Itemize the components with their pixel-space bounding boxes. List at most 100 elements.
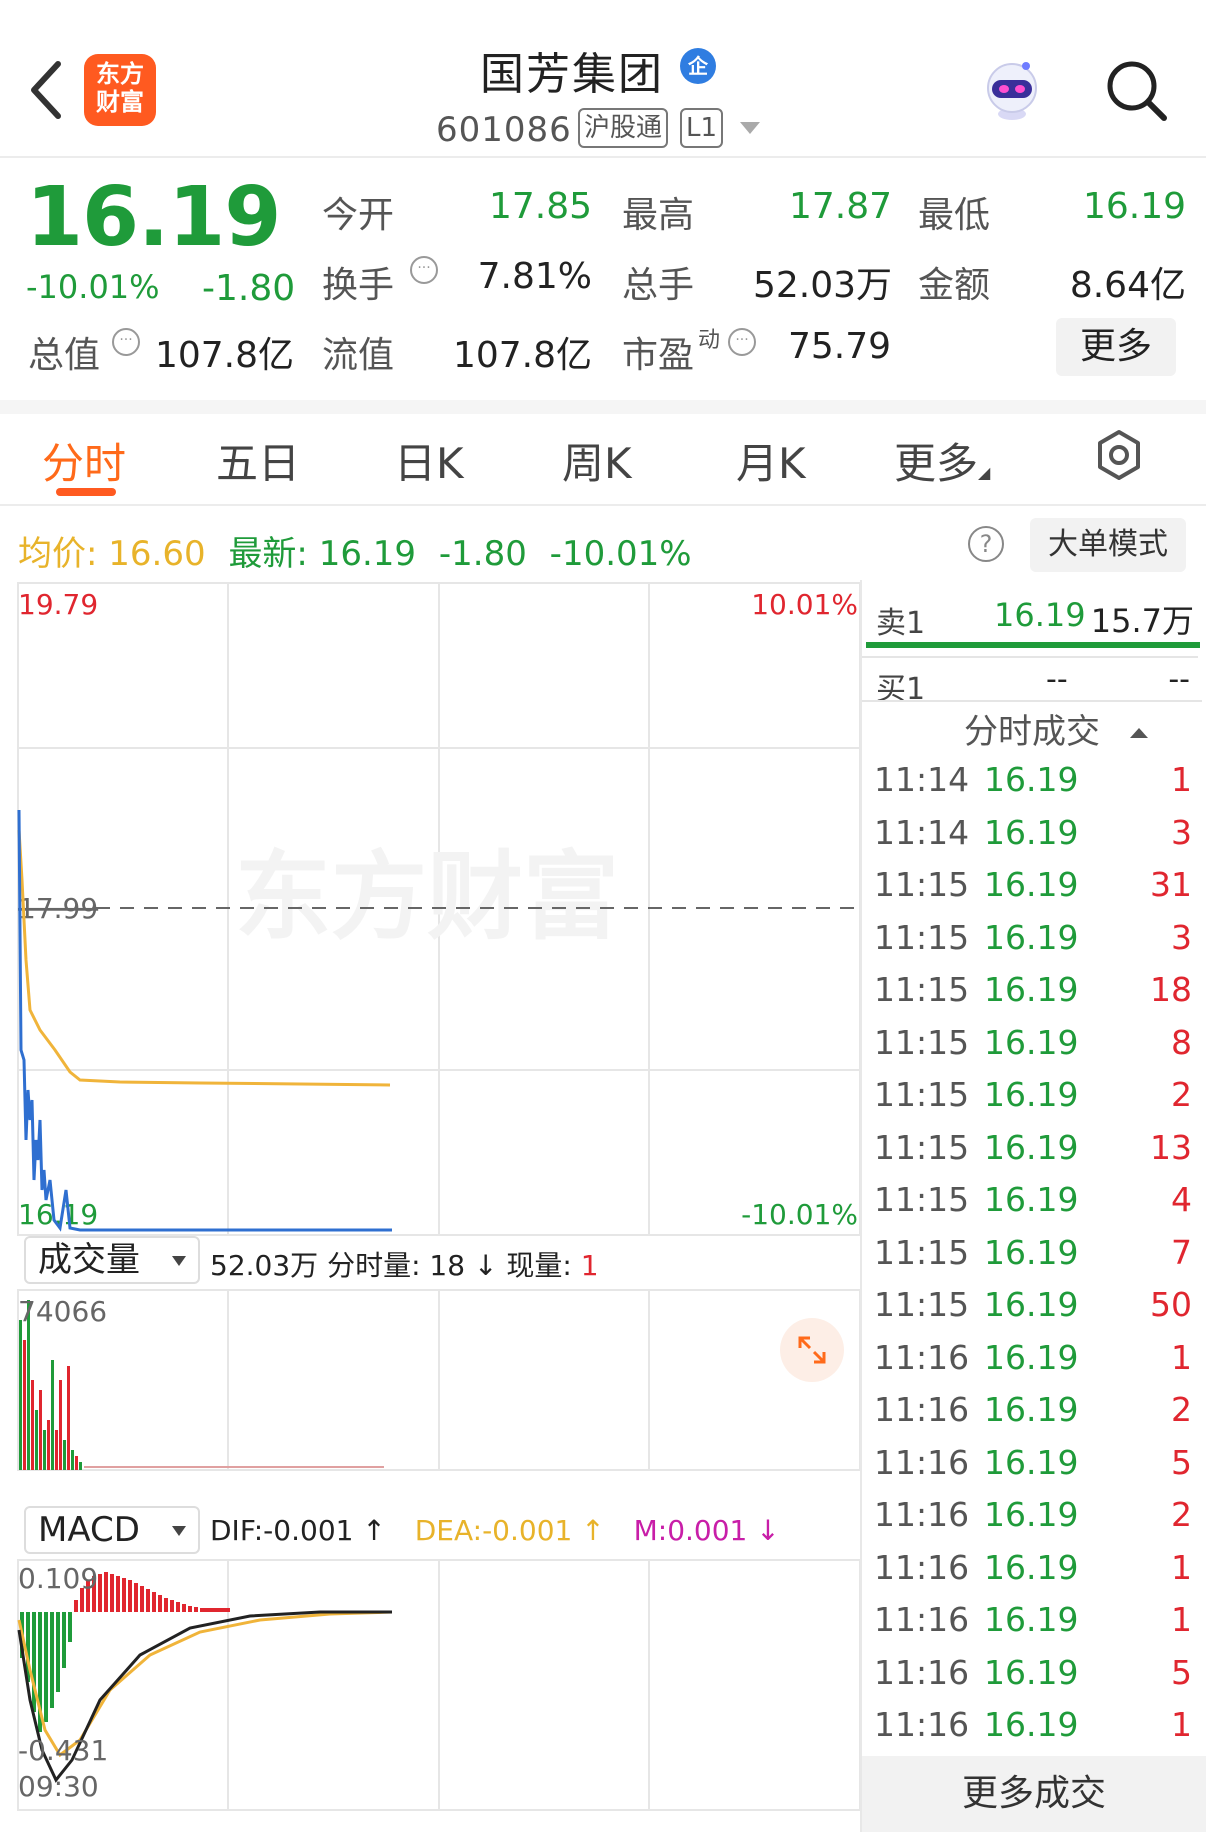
trade-time: 11:15 xyxy=(874,1285,970,1324)
trades-header[interactable]: 分时成交 xyxy=(862,700,1202,760)
ask-price: 16.19 xyxy=(994,596,1086,634)
trade-time: 11:16 xyxy=(874,1600,970,1639)
info-icon[interactable]: ··· xyxy=(410,256,438,284)
trade-price: 16.19 xyxy=(984,1337,1079,1377)
trade-time: 11:15 xyxy=(874,1127,970,1167)
trade-vol: 1 xyxy=(1171,1337,1192,1377)
intraday-chart[interactable]: 东方财富 17.99 19.79 10.01% 16.19 -10.01% 74… xyxy=(0,580,862,1832)
volume-period: 18 xyxy=(429,1249,466,1282)
macd-min-label: -0.431 xyxy=(18,1734,108,1767)
trade-vol: 4 xyxy=(1171,1180,1192,1219)
trade-time: 11:16 xyxy=(874,1705,970,1744)
amount-value: 8.64亿 xyxy=(1069,265,1186,306)
back-button[interactable] xyxy=(22,50,72,130)
time-start-label: 09:30 xyxy=(18,1770,99,1803)
header-bar: 东方 财富 国芳集团 企 601086 沪股通 L1 xyxy=(0,0,1206,158)
app-logo[interactable]: 东方 财富 xyxy=(84,54,156,126)
trade-time: 11:16 xyxy=(874,1547,970,1587)
assistant-robot-icon[interactable] xyxy=(980,58,1044,122)
caret-down-icon xyxy=(172,1256,186,1266)
trade-row: 11:16 16.19 2 xyxy=(874,1386,1192,1439)
m-value: M:0.001 ↓ xyxy=(633,1514,780,1547)
mcap-value: 107.8亿 xyxy=(154,335,294,376)
trade-time: 11:14 xyxy=(874,812,970,852)
avg-label: 均价: xyxy=(18,534,98,574)
trade-row: 11:16 16.19 5 xyxy=(874,1649,1192,1702)
trade-row: 11:15 16.19 4 xyxy=(874,1176,1192,1229)
trade-row: 11:16 16.19 1 xyxy=(874,1596,1192,1649)
macd-info: DIF:-0.001 ↑ DEA:-0.001 ↑ M:0.001 ↓ xyxy=(210,1514,780,1547)
bid-price: -- xyxy=(1046,662,1068,697)
trade-vol: 1 xyxy=(1171,1547,1192,1587)
amount-label: 金额 xyxy=(918,265,991,306)
trade-vol: 2 xyxy=(1171,1495,1192,1534)
level-tag: L1 xyxy=(680,108,724,148)
latest-change: -1.80 xyxy=(438,534,527,574)
low-value: 16.19 xyxy=(1082,186,1186,227)
dea-value: DEA:-0.001 ↑ xyxy=(414,1514,605,1547)
trade-vol: 3 xyxy=(1171,812,1192,852)
trade-row: 11:14 16.19 1 xyxy=(874,756,1192,809)
trade-row: 11:16 16.19 2 xyxy=(874,1491,1192,1544)
tab-five-day[interactable]: 五日 xyxy=(216,430,300,491)
caret-down-icon[interactable] xyxy=(740,122,760,134)
search-button[interactable] xyxy=(1104,58,1170,124)
stock-name: 国芳集团 xyxy=(480,49,664,100)
tab-more[interactable]: 更多◢ xyxy=(894,430,990,491)
trade-price: 16.19 xyxy=(984,1547,1079,1587)
trade-time: 11:16 xyxy=(874,1390,970,1429)
volume-indicator-label: 成交量 xyxy=(38,1240,140,1280)
trade-price: 16.19 xyxy=(984,1442,1079,1482)
caret-up-icon xyxy=(1130,728,1148,738)
trade-time: 11:15 xyxy=(874,865,970,904)
trade-price: 16.19 xyxy=(984,1495,1079,1534)
latest-percent: -10.01% xyxy=(549,534,692,574)
pe-value: 75.79 xyxy=(788,326,892,367)
trade-row: 11:15 16.19 13 xyxy=(874,1124,1192,1177)
trade-price: 16.19 xyxy=(984,917,1079,957)
info-icon[interactable]: ··· xyxy=(728,328,756,356)
trade-time: 11:16 xyxy=(874,1652,970,1692)
trade-vol: 7 xyxy=(1171,1232,1192,1272)
trade-price: 16.19 xyxy=(984,1232,1079,1272)
trades-list[interactable]: 11:14 16.19 1 11:14 16.19 3 11:15 16.19 31 11:15 1… xyxy=(874,756,1192,1754)
ask-label: 卖1 xyxy=(876,606,926,641)
more-quote-button[interactable]: 更多 xyxy=(1056,318,1176,376)
trade-price: 16.19 xyxy=(984,760,1079,799)
tab-intraday[interactable]: 分时 xyxy=(42,430,126,491)
trade-row: 11:16 16.19 1 xyxy=(874,1334,1192,1387)
trade-row: 11:15 16.19 50 xyxy=(874,1281,1192,1334)
more-trades-button[interactable]: 更多成交 xyxy=(862,1756,1206,1832)
down-arrow-icon: ↓ xyxy=(473,1249,498,1282)
info-icon[interactable]: ··· xyxy=(112,328,140,356)
pe-superscript: 动 xyxy=(698,328,721,353)
trade-time: 11:16 xyxy=(874,1442,970,1482)
avg-value: 16.60 xyxy=(108,534,206,574)
trades-title: 分时成交 xyxy=(964,712,1100,752)
logo-text-1: 东方 xyxy=(96,60,144,88)
ask-depth-bar xyxy=(866,642,1200,648)
bid-volume: -- xyxy=(1168,662,1190,697)
settings-button[interactable] xyxy=(1092,428,1146,482)
help-icon[interactable]: ? xyxy=(968,526,1004,562)
price-info-line: 均价: 16.60 最新: 16.19 -1.80 -10.01% xyxy=(18,526,692,575)
pe-label: 市盈 xyxy=(622,335,695,376)
turnover-value: 7.81% xyxy=(477,256,592,297)
trade-price: 16.19 xyxy=(984,865,1079,904)
trade-vol: 13 xyxy=(1150,1127,1192,1167)
tab-daily-k[interactable]: 日K xyxy=(394,430,464,491)
expand-button[interactable] xyxy=(780,1318,844,1382)
chevron-left-icon xyxy=(31,61,61,119)
trade-row: 11:15 16.19 3 xyxy=(874,914,1192,967)
change-percent: -10.01% xyxy=(26,268,160,306)
big-order-mode-button[interactable]: 大单模式 xyxy=(1030,518,1186,572)
turnover-label: 换手 xyxy=(322,265,395,306)
tab-weekly-k[interactable]: 周K xyxy=(562,430,632,491)
trade-price: 16.19 xyxy=(984,1285,1079,1324)
trade-vol: 18 xyxy=(1150,970,1192,1009)
trade-time: 11:15 xyxy=(874,1075,970,1114)
trade-vol: 5 xyxy=(1171,1442,1192,1482)
expand-icon xyxy=(798,1336,826,1364)
dif-value: DIF:-0.001 ↑ xyxy=(210,1514,386,1547)
tab-monthly-k[interactable]: 月K xyxy=(736,430,806,491)
